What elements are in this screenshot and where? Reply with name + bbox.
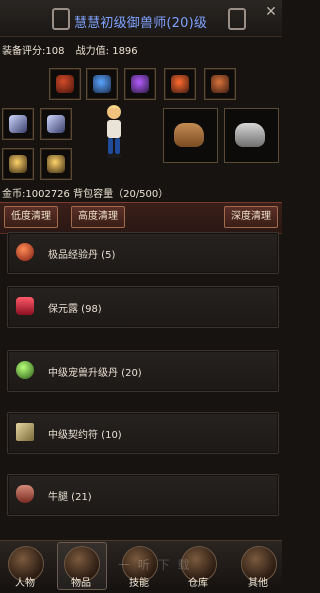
window-header: 慧慧初级御兽师(20)级 ✕ xyxy=(0,0,282,37)
orb-icon xyxy=(16,361,34,379)
stats-line: 装备评分:108 战力值: 1896 xyxy=(2,42,146,57)
equip-slot-armor[interactable] xyxy=(164,68,196,100)
tab-label: 技能 xyxy=(129,578,149,589)
meat-icon xyxy=(16,485,34,503)
tab-label: 其他 xyxy=(248,578,268,589)
high-clean-button[interactable]: 高度清理 xyxy=(71,206,125,228)
pill-icon xyxy=(16,243,34,261)
right-bracket-ornament-icon xyxy=(228,8,246,30)
item-label: 保元露 (98) xyxy=(48,304,102,315)
equip-slot-weapon-2[interactable] xyxy=(40,108,72,140)
gloves-icon xyxy=(131,75,149,93)
backpack-window: 慧慧初级御兽师(20)级 ✕ 装备评分:108 战力值: 1896 金币:100… xyxy=(0,0,282,593)
tab-label: 仓库 xyxy=(188,578,208,589)
close-button[interactable]: ✕ xyxy=(263,4,279,20)
tab-character[interactable]: 人物 xyxy=(2,544,48,589)
pet-slot-cat[interactable] xyxy=(224,108,279,163)
wing-emblem-icon xyxy=(47,155,65,173)
equip-slot-necklace[interactable] xyxy=(86,68,118,100)
equip-slot-helmet[interactable] xyxy=(49,68,81,100)
left-bracket-ornament-icon xyxy=(52,8,70,30)
list-item[interactable]: 保元露 (98) xyxy=(7,286,279,328)
wing-emblem-icon xyxy=(9,155,27,173)
bag-capacity: 背包容量（20/500） xyxy=(73,189,169,200)
item-label: 中级契约符 (10) xyxy=(48,430,122,441)
low-clean-button[interactable]: 低度清理 xyxy=(4,206,58,228)
boots-icon xyxy=(211,75,229,93)
tab-other[interactable]: 其他 xyxy=(235,544,281,589)
list-item[interactable]: 中级契约符 (10) xyxy=(7,412,279,454)
sword-icon xyxy=(9,115,27,133)
list-item[interactable]: 牛腿 (21) xyxy=(7,474,279,516)
cat-pet-icon xyxy=(235,123,265,147)
equip-slot-ring-2[interactable] xyxy=(40,148,72,180)
list-item[interactable]: 中级宠兽升级丹 (20) xyxy=(7,350,279,392)
helmet-icon xyxy=(56,75,74,93)
dog-pet-icon xyxy=(174,123,204,147)
armor-icon xyxy=(171,75,189,93)
currency-line: 金币:1002726 背包容量（20/500） xyxy=(2,185,168,200)
potion-icon xyxy=(16,297,34,315)
sword-icon xyxy=(47,115,65,133)
window-title: 慧慧初级御兽师(20)级 xyxy=(74,16,208,31)
gold-amount: 金币:1002726 xyxy=(2,189,70,200)
equip-slot-boots[interactable] xyxy=(204,68,236,100)
item-label: 牛腿 (21) xyxy=(48,492,92,503)
item-label: 中级宠兽升级丹 (20) xyxy=(48,368,142,379)
tab-label: 物品 xyxy=(71,578,91,589)
equip-score: 装备评分:108 xyxy=(2,46,65,57)
equip-slot-ring-1[interactable] xyxy=(2,148,34,180)
tab-items[interactable]: 物品 xyxy=(57,542,107,590)
list-item[interactable]: 极品经验丹 (5) xyxy=(7,232,279,274)
tab-label: 人物 xyxy=(15,578,35,589)
pet-slot-dog[interactable] xyxy=(163,108,218,163)
deep-clean-button[interactable]: 深度清理 xyxy=(224,206,278,228)
scroll-icon xyxy=(16,423,34,441)
character-avatar xyxy=(99,102,129,160)
combat-power: 战力值: 1896 xyxy=(75,46,138,57)
equip-slot-weapon-1[interactable] xyxy=(2,108,34,140)
watermark-text: 一 听 下 载 xyxy=(118,558,192,572)
equip-slot-gloves[interactable] xyxy=(124,68,156,100)
necklace-icon xyxy=(93,75,111,93)
item-label: 极品经验丹 (5) xyxy=(48,250,116,261)
